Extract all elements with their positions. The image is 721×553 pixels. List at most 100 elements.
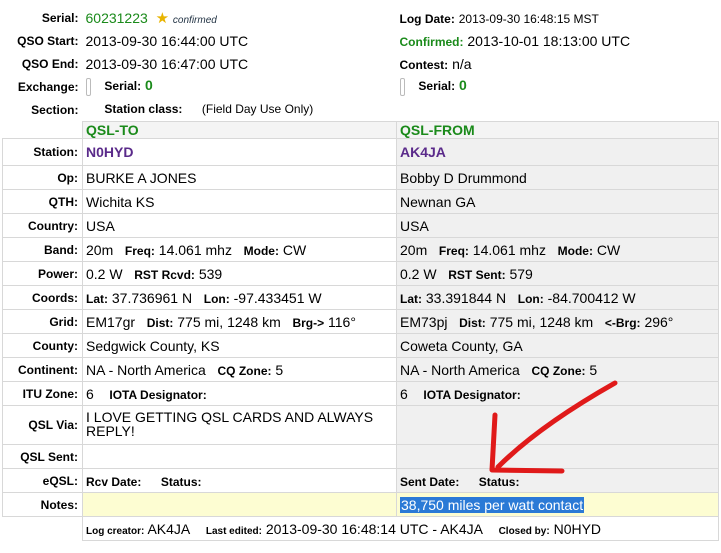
to-lon-label: Lon: — [203, 291, 230, 306]
column-header-row: QSL-TO QSL-FROM — [3, 121, 719, 139]
itu-zone-label: ITU Zone: — [2, 381, 83, 406]
from-grid: EM73pj — [400, 313, 448, 330]
to-notes[interactable] — [82, 492, 397, 517]
sent-date-label: Sent Date: — [400, 474, 460, 489]
qsl-from-header: QSL-FROM — [396, 121, 719, 139]
qso-start-value: 2013-09-30 16:44:00 UTC — [85, 32, 249, 49]
log-creator-label: Log creator: — [86, 525, 145, 537]
from-lon: -84.700412 W — [547, 289, 636, 306]
to-station-callsign[interactable]: N0HYD — [82, 138, 397, 166]
qsl-via-label: QSL Via: — [2, 405, 83, 445]
to-power: 0.2 W — [86, 265, 123, 282]
from-country: USA — [396, 213, 719, 238]
from-qsl-sent — [396, 444, 719, 469]
to-dist-label: Dist: — [146, 315, 174, 330]
to-cq-zone-label: CQ Zone: — [217, 363, 272, 378]
to-continent: NA - North America — [86, 361, 206, 378]
station-row: Station: N0HYD AK4JA — [2, 138, 719, 166]
from-continent: NA - North America — [400, 361, 520, 378]
to-cq-zone: 5 — [275, 361, 284, 378]
exchange-serial-value-left: 0 — [144, 77, 153, 94]
station-class-label: Station class: — [104, 102, 183, 117]
qso-detail-table: Serial: 60231223 ★ confirmed Log Date: 2… — [2, 6, 719, 541]
confirmed-label: Confirmed: — [399, 34, 464, 49]
continent-row: Continent: NA - North America CQ Zone: 5… — [2, 357, 719, 382]
station-label: Station: — [2, 138, 83, 166]
from-mode: CW — [596, 241, 621, 258]
from-cq-zone: 5 — [589, 361, 598, 378]
closed-by-label: Closed by: — [498, 525, 550, 537]
from-cq-zone-label: CQ Zone: — [531, 363, 586, 378]
coords-label: Coords: — [2, 285, 83, 310]
qso-end-value: 2013-09-30 16:47:00 UTC — [85, 55, 249, 72]
from-op: Bobby D Drummond — [396, 165, 719, 190]
to-lat: 37.736961 N — [111, 289, 193, 306]
exchange-field-left[interactable] — [85, 77, 91, 96]
from-station-callsign[interactable]: AK4JA — [396, 138, 719, 166]
power-label: Power: — [2, 261, 83, 286]
exchange-serial-label-left: Serial: — [104, 79, 142, 94]
from-power: 0.2 W — [400, 265, 437, 282]
serial-row: Serial: 60231223 ★ confirmed Log Date: 2… — [3, 6, 719, 29]
from-lat: 33.391844 N — [425, 289, 507, 306]
to-freq: 14.061 mhz — [158, 241, 232, 258]
station-class-value: (Field Day Use Only) — [201, 102, 314, 117]
to-brg: 116° — [328, 313, 356, 330]
notes-label: Notes: — [2, 492, 83, 517]
to-freq-label: Freq: — [124, 243, 155, 258]
eqsl-label: eQSL: — [2, 468, 83, 493]
exchange-field-right[interactable] — [399, 77, 405, 96]
exchange-row: Exchange: Serial: 0 Serial: 0 — [3, 75, 719, 98]
op-row: Op: BURKE A JONES Bobby D Drummond — [2, 165, 719, 190]
to-band: 20m — [86, 241, 114, 258]
from-status-label: Status: — [478, 474, 520, 489]
from-lon-label: Lon: — [517, 291, 544, 306]
to-mode-label: Mode: — [243, 243, 279, 258]
star-icon: ★ — [155, 9, 170, 27]
from-brg: 296° — [644, 313, 674, 330]
qso-end-row: QSO End: 2013-09-30 16:47:00 UTC Contest… — [3, 52, 719, 75]
to-rst: 539 — [198, 265, 223, 282]
grid-label: Grid: — [2, 309, 83, 334]
qth-label: QTH: — [2, 189, 83, 214]
last-edited: 2013-09-30 16:48:14 UTC - AK4JA — [265, 520, 483, 537]
closed-by: N0HYD — [553, 520, 602, 537]
from-notes-selected[interactable]: 38,750 miles per watt contact — [400, 496, 585, 513]
country-row: Country: USA USA — [2, 213, 719, 238]
to-mode: CW — [282, 241, 307, 258]
confirmed-badge: confirmed — [172, 14, 217, 26]
from-rst: 579 — [509, 265, 533, 282]
from-lat-label: Lat: — [400, 291, 422, 306]
to-qsl-via: I LOVE GETTING QSL CARDS AND ALWAYS REPL… — [82, 405, 397, 445]
qsl-to-header: QSL-TO — [82, 121, 397, 139]
section-row: Section: Station class: (Field Day Use O… — [3, 98, 719, 122]
to-grid: EM17gr — [86, 313, 136, 330]
log-creator: AK4JA — [147, 520, 191, 537]
rst-sent-label: RST Sent: — [448, 267, 506, 282]
exchange-serial-value-right: 0 — [458, 77, 467, 94]
contest-label: Contest: — [399, 57, 449, 72]
qso-start-label: QSO Start: — [17, 33, 79, 48]
band-row: Band: 20m Freq: 14.061 mhz Mode: CW 20m … — [2, 237, 719, 262]
footer-row: Log creator: AK4JA Last edited: 2013-09-… — [3, 516, 719, 541]
section-label: Section: — [31, 102, 79, 117]
to-dist: 775 mi, 1248 km — [177, 313, 281, 330]
from-dist-label: Dist: — [459, 315, 486, 330]
to-iota-label: IOTA Designator: — [109, 387, 207, 402]
county-row: County: Sedgwick County, KS Coweta Count… — [2, 333, 719, 358]
qso-start-row: QSO Start: 2013-09-30 16:44:00 UTC Confi… — [3, 29, 719, 52]
from-freq-label: Freq: — [438, 243, 469, 258]
serial-value[interactable]: 60231223 — [86, 10, 148, 26]
qsl-sent-row: QSL Sent: — [2, 444, 719, 469]
to-qth: Wichita KS — [82, 189, 397, 214]
brg-label: Brg-> — [292, 315, 325, 330]
to-lon: -97.433451 W — [233, 289, 322, 306]
qsl-via-row: QSL Via: I LOVE GETTING QSL CARDS AND AL… — [2, 405, 719, 445]
qso-end-label: QSO End: — [21, 56, 79, 71]
from-qsl-via — [396, 405, 719, 445]
eqsl-row: eQSL: Rcv Date: Status: Sent Date: Statu… — [2, 468, 719, 493]
exchange-serial-label-right: Serial: — [418, 79, 456, 94]
contest-value: n/a — [452, 55, 472, 72]
to-lat-label: Lat: — [86, 291, 108, 306]
power-row: Power: 0.2 W RST Rcvd: 539 0.2 W RST Sen… — [2, 261, 719, 286]
